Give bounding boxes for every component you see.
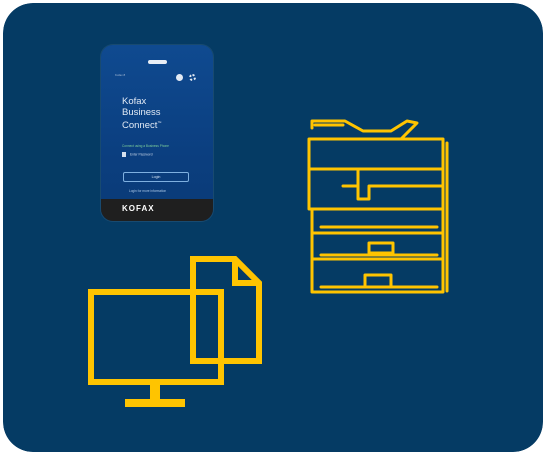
- illustration-card: Kofax 8 Kofax Business Connect™ Connect …: [3, 3, 543, 452]
- monitor-icon: [88, 256, 262, 407]
